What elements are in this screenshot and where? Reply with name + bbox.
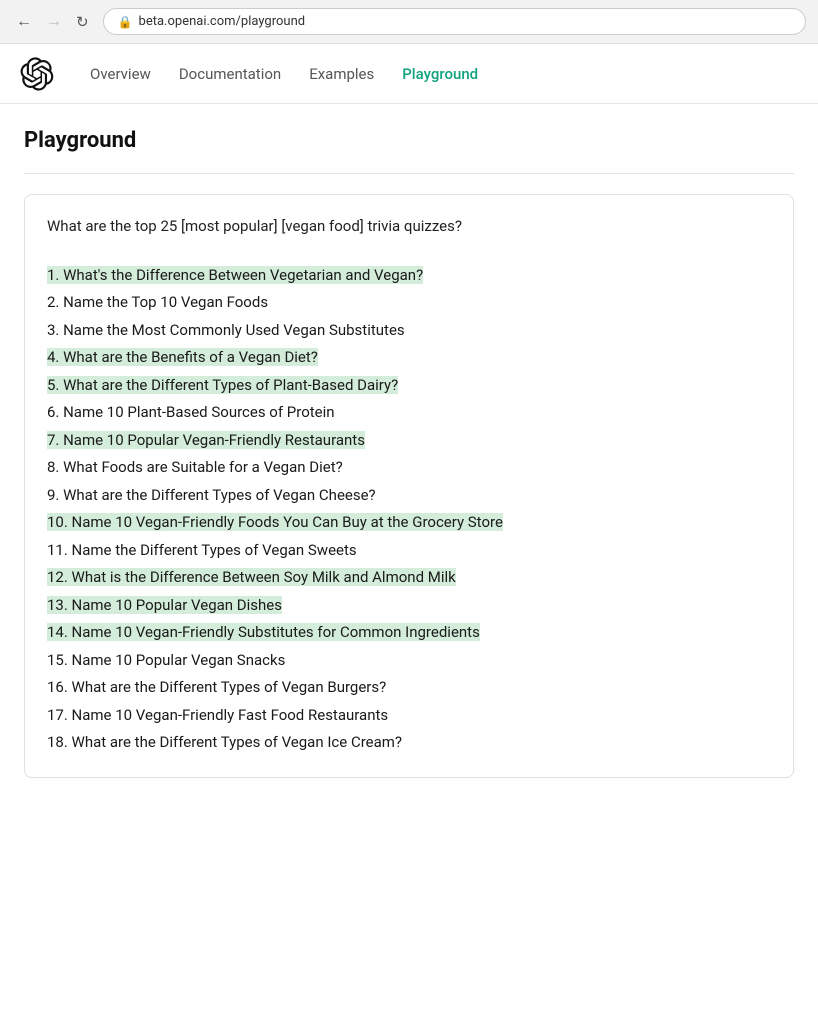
nav-playground[interactable]: Playground — [402, 65, 478, 83]
list-item: 3. Name the Most Commonly Used Vegan Sub… — [47, 317, 771, 345]
list-item: 1. What's the Difference Between Vegetar… — [47, 262, 771, 290]
playground-card[interactable]: What are the top 25 [most popular] [vega… — [24, 194, 794, 778]
nav-documentation[interactable]: Documentation — [179, 65, 281, 83]
browser-nav-buttons: ← → ↻ — [12, 11, 93, 33]
list-item: 4. What are the Benefits of a Vegan Diet… — [47, 344, 771, 372]
list-item: 5. What are the Different Types of Plant… — [47, 372, 771, 400]
list-item: 2. Name the Top 10 Vegan Foods — [47, 289, 771, 317]
openai-logo — [20, 57, 54, 91]
results-list: 1. What's the Difference Between Vegetar… — [47, 262, 771, 757]
lock-icon: 🔒 — [118, 15, 133, 29]
divider — [24, 173, 794, 174]
prompt-text: What are the top 25 [most popular] [vega… — [47, 215, 771, 238]
page-content: Playground What are the top 25 [most pop… — [0, 104, 818, 778]
list-item: 11. Name the Different Types of Vegan Sw… — [47, 537, 771, 565]
list-item: 15. Name 10 Popular Vegan Snacks — [47, 647, 771, 675]
url-text: beta.openai.com/playground — [139, 14, 306, 29]
list-item: 13. Name 10 Popular Vegan Dishes — [47, 592, 771, 620]
list-item: 7. Name 10 Popular Vegan-Friendly Restau… — [47, 427, 771, 455]
list-item: 16. What are the Different Types of Vega… — [47, 674, 771, 702]
list-item: 10. Name 10 Vegan-Friendly Foods You Can… — [47, 509, 771, 537]
list-item: 6. Name 10 Plant-Based Sources of Protei… — [47, 399, 771, 427]
reload-button[interactable]: ↻ — [72, 11, 93, 33]
nav-overview[interactable]: Overview — [90, 65, 151, 83]
site-header: Overview Documentation Examples Playgrou… — [0, 44, 818, 104]
forward-button[interactable]: → — [42, 12, 66, 32]
list-item: 9. What are the Different Types of Vegan… — [47, 482, 771, 510]
site-nav: Overview Documentation Examples Playgrou… — [90, 65, 478, 83]
nav-examples[interactable]: Examples — [309, 65, 374, 83]
list-item: 8. What Foods are Suitable for a Vegan D… — [47, 454, 771, 482]
list-item: 14. Name 10 Vegan-Friendly Substitutes f… — [47, 619, 771, 647]
page-title: Playground — [24, 128, 794, 153]
list-item: 12. What is the Difference Between Soy M… — [47, 564, 771, 592]
list-item: 17. Name 10 Vegan-Friendly Fast Food Res… — [47, 702, 771, 730]
list-item: 18. What are the Different Types of Vega… — [47, 729, 771, 757]
address-bar[interactable]: 🔒 beta.openai.com/playground — [103, 8, 806, 35]
back-button[interactable]: ← — [12, 12, 36, 32]
browser-chrome: ← → ↻ 🔒 beta.openai.com/playground — [0, 0, 818, 44]
